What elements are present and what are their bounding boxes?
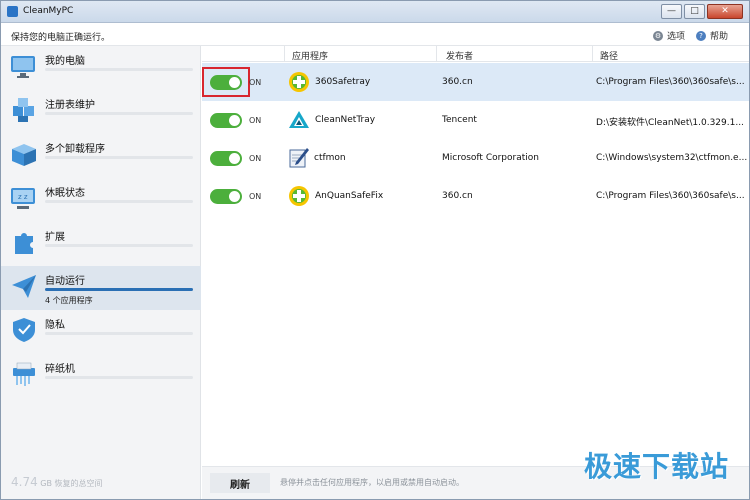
toggle-state-label: ON [249, 78, 262, 87]
uninstall-box-icon [12, 144, 36, 166]
sidebar-item-label: 隐私 [45, 320, 65, 331]
autorun-toggle[interactable] [210, 189, 242, 204]
sidebar-item-registry[interactable]: 注册表维护 [1, 90, 201, 134]
status-row: 保持您的电脑正确运行。 ⚙ 选项 ? 帮助 [1, 24, 749, 46]
360-safe-icon [289, 186, 309, 206]
autorun-toggle[interactable] [210, 75, 242, 90]
app-publisher: Tencent [442, 115, 477, 125]
app-name: CleanNetTray [315, 115, 376, 125]
ctfmon-pen-icon [289, 148, 309, 168]
app-path: C:\Program Files\360\360safe\s... [596, 191, 745, 201]
recovered-space-summary: 4.74 GB 恢复的总空间 [11, 475, 103, 489]
recovered-space-amount: 4.74 [11, 475, 38, 489]
status-text: 保持您的电脑正确运行。 [11, 33, 111, 43]
paper-plane-icon [12, 275, 36, 298]
360-safe-icon [289, 72, 309, 92]
app-path: C:\Program Files\360\360safe\s... [596, 77, 745, 87]
refresh-button[interactable]: 刷新 [210, 473, 270, 493]
column-header-path[interactable]: 路径 [600, 49, 618, 62]
sidebar-item-sublabel: 4 个应用程序 [45, 296, 93, 305]
sidebar-item-label: 扩展 [45, 232, 65, 243]
toggle-state-label: ON [249, 116, 262, 125]
gear-icon: ⚙ [653, 30, 663, 41]
sidebar-item-label: 碎纸机 [45, 364, 75, 375]
sidebar-item-bar [45, 68, 193, 71]
sidebar-item-label: 多个卸载程序 [45, 144, 105, 155]
minimize-button[interactable]: — [661, 4, 682, 19]
app-path: D:\安装软件\CleanNet\1.0.329.1... [596, 118, 744, 128]
app-path: C:\Windows\system32\ctfmon.e... [596, 153, 748, 163]
hint-text: 悬停并点击任何应用程序，以启用或禁用自动启动。 [280, 478, 464, 487]
column-header-publisher[interactable]: 发布者 [446, 49, 473, 62]
options-label: 选项 [667, 32, 686, 42]
sidebar-item-bar [45, 200, 193, 203]
sidebar-item-label: 注册表维护 [45, 100, 95, 111]
toggle-state-label: ON [249, 154, 262, 163]
sidebar-item-extensions[interactable]: 扩展 [1, 222, 201, 266]
sidebar-item-autorun[interactable]: 自动运行 4 个应用程序 [1, 266, 201, 310]
sidebar-item-bar [45, 156, 193, 159]
monitor-icon [11, 56, 35, 78]
column-divider[interactable] [284, 46, 285, 62]
table-row[interactable]: ON ctfmon Microsoft Corporation C:\Windo… [202, 139, 749, 177]
registry-cubes-icon [13, 98, 34, 122]
help-button[interactable]: ? 帮助 [696, 29, 728, 42]
title-bar[interactable]: CleanMyPC — □ ✕ [1, 1, 749, 23]
column-divider[interactable] [436, 46, 437, 62]
autorun-progress-fill [45, 288, 193, 291]
hibernate-monitor-icon: z z [11, 188, 35, 209]
app-publisher: 360.cn [442, 77, 473, 87]
app-name: AnQuanSafeFix [315, 191, 384, 201]
autorun-table: 应用程序 发布者 路径 ON 360Safetray 360.cn C:\Pro… [202, 46, 749, 466]
column-divider[interactable] [592, 46, 593, 62]
sidebar-item-privacy[interactable]: 隐私 [1, 310, 201, 354]
sidebar-item-hibernate[interactable]: z z 休眠状态 [1, 178, 201, 222]
app-window: CleanMyPC — □ ✕ 保持您的电脑正确运行。 ⚙ 选项 ? 帮助 我的… [0, 0, 750, 500]
sidebar-item-label: 我的电脑 [45, 56, 85, 67]
toggle-knob [229, 115, 240, 126]
app-name: 360Safetray [315, 77, 371, 87]
table-row[interactable]: ON CleanNetTray Tencent D:\安装软件\CleanNet… [202, 101, 749, 139]
app-logo-icon [7, 6, 18, 17]
sidebar-item-label: 休眠状态 [45, 188, 85, 199]
toggle-state-label: ON [249, 192, 262, 201]
column-header-app[interactable]: 应用程序 [292, 49, 328, 62]
sidebar-item-bar [45, 288, 193, 291]
puzzle-icon [15, 233, 33, 254]
table-row[interactable]: ON 360Safetray 360.cn C:\Program Files\3… [202, 63, 749, 101]
help-label: 帮助 [710, 32, 729, 42]
app-name: ctfmon [314, 153, 346, 163]
toggle-knob [229, 77, 240, 88]
window-title: CleanMyPC [23, 6, 74, 16]
recovered-space-label: GB 恢复的总空间 [40, 479, 103, 488]
autorun-toggle[interactable] [210, 113, 242, 128]
app-publisher: 360.cn [442, 191, 473, 201]
maximize-button[interactable]: □ [684, 4, 705, 19]
window-controls: — □ ✕ [659, 4, 743, 19]
sidebar-item-bar [45, 332, 193, 335]
sidebar-item-my-computer[interactable]: 我的电脑 [1, 46, 201, 90]
sidebar: 我的电脑 注册表维护 多个卸载程序 z z 休眠状态 扩展 自动运行 4 个应用… [1, 46, 201, 499]
sidebar-item-bar [45, 376, 193, 379]
sidebar-item-bar [45, 244, 193, 247]
app-publisher: Microsoft Corporation [442, 153, 539, 163]
sidebar-item-label: 自动运行 [45, 276, 85, 287]
svg-text:z z: z z [18, 193, 28, 201]
close-button[interactable]: ✕ [707, 4, 743, 19]
sidebar-item-bar [45, 112, 193, 115]
table-row[interactable]: ON AnQuanSafeFix 360.cn C:\Program Files… [202, 177, 749, 215]
toggle-knob [229, 191, 240, 202]
table-header: 应用程序 发布者 路径 [202, 46, 749, 62]
autorun-toggle[interactable] [210, 151, 242, 166]
toggle-knob [229, 153, 240, 164]
shredder-icon [13, 362, 35, 386]
options-button[interactable]: ⚙ 选项 [653, 29, 685, 42]
sidebar-item-uninstaller[interactable]: 多个卸载程序 [1, 134, 201, 178]
sidebar-item-shredder[interactable]: 碎纸机 [1, 354, 201, 398]
watermark-text: 极速下载站 [583, 450, 729, 483]
help-icon: ? [696, 30, 706, 41]
privacy-shield-icon [13, 318, 35, 342]
cleannet-triangle-icon [289, 111, 309, 128]
